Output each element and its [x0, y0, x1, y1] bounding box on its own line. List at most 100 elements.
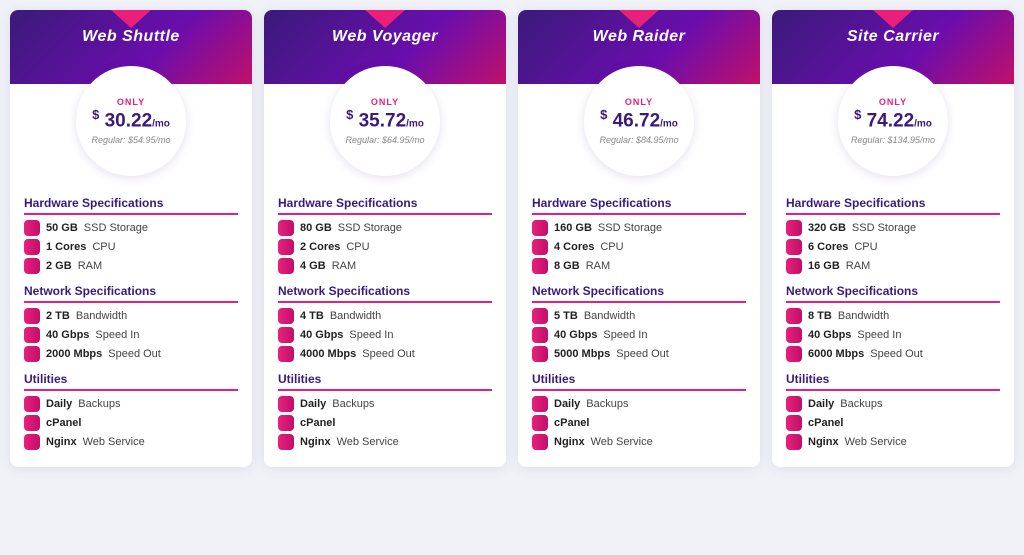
backup-icon: [24, 396, 40, 412]
network-item-site-carrier-2: 6000 Mbps Speed Out: [786, 346, 1000, 362]
utility-item-web-raider-1: cPanel: [532, 415, 746, 431]
spec-bold-web-raider-net-1: 40 Gbps: [554, 329, 597, 341]
speed-in-icon: [532, 327, 548, 343]
utility-item-web-raider-2: Nginx Web Service: [532, 434, 746, 450]
hardware-item-web-voyager-0: 80 GB SSD Storage: [278, 220, 492, 236]
spec-label-web-raider-hw-2: RAM: [586, 260, 610, 272]
network-item-web-shuttle-2: 2000 Mbps Speed Out: [24, 346, 238, 362]
price-regular-site-carrier: Regular: $134.95/mo: [851, 135, 935, 145]
ram-icon: [278, 258, 294, 274]
plan-card-web-voyager[interactable]: Web VoyagerONLY$ 35.72/moRegular: $64.95…: [264, 10, 506, 467]
hardware-item-web-shuttle-2: 2 GB RAM: [24, 258, 238, 274]
bandwidth-icon: [24, 308, 40, 324]
hardware-item-site-carrier-1: 6 Cores CPU: [786, 239, 1000, 255]
price-regular-web-shuttle: Regular: $54.95/mo: [91, 135, 170, 145]
hardware-item-web-raider-2: 8 GB RAM: [532, 258, 746, 274]
spec-label-site-carrier-hw-1: CPU: [854, 241, 877, 253]
storage-icon: [278, 220, 294, 236]
only-label-web-shuttle: ONLY: [117, 97, 145, 107]
speed-in-icon: [24, 327, 40, 343]
utility-item-web-shuttle-2: Nginx Web Service: [24, 434, 238, 450]
hardware-title-site-carrier: Hardware Specifications: [786, 196, 1000, 215]
hardware-item-web-raider-1: 4 Cores CPU: [532, 239, 746, 255]
network-item-web-raider-2: 5000 Mbps Speed Out: [532, 346, 746, 362]
spec-label-web-shuttle-ut-0: Backups: [78, 398, 120, 410]
spec-bold-web-voyager-hw-1: 2 Cores: [300, 241, 340, 253]
spec-label-site-carrier-net-1: Speed In: [857, 329, 901, 341]
plan-card-web-raider[interactable]: Web RaiderONLY$ 46.72/moRegular: $84.95/…: [518, 10, 760, 467]
utility-item-site-carrier-1: cPanel: [786, 415, 1000, 431]
plan-name-web-raider: Web Raider: [528, 28, 750, 46]
spec-label-web-shuttle-net-1: Speed In: [95, 329, 139, 341]
plan-card-web-shuttle[interactable]: Web Shuttle ONLY$ 30.22/moRegular: $54.95…: [10, 10, 252, 467]
hardware-item-web-shuttle-0: 50 GB SSD Storage: [24, 220, 238, 236]
network-item-web-voyager-0: 4 TB Bandwidth: [278, 308, 492, 324]
spec-bold-web-voyager-hw-2: 4 GB: [300, 260, 326, 272]
network-item-web-voyager-2: 4000 Mbps Speed Out: [278, 346, 492, 362]
spec-bold-site-carrier-ut-0: Daily: [808, 398, 834, 410]
network-item-site-carrier-1: 40 Gbps Speed In: [786, 327, 1000, 343]
hardware-item-web-shuttle-1: 1 Cores CPU: [24, 239, 238, 255]
utility-item-web-voyager-1: cPanel: [278, 415, 492, 431]
spec-label-web-shuttle-net-0: Bandwidth: [76, 310, 127, 322]
spec-bold-web-raider-ut-0: Daily: [554, 398, 580, 410]
plan-name-web-shuttle: Web Shuttle: [20, 28, 242, 46]
nginx-icon: [278, 434, 294, 450]
speed-out-icon: [24, 346, 40, 362]
spec-label-web-voyager-net-2: Speed Out: [362, 348, 415, 360]
spec-label-web-shuttle-hw-1: CPU: [92, 241, 115, 253]
plan-body-web-voyager: Hardware Specifications80 GB SSD Storage…: [264, 176, 506, 467]
spec-bold-web-voyager-net-0: 4 TB: [300, 310, 324, 322]
hardware-item-site-carrier-0: 320 GB SSD Storage: [786, 220, 1000, 236]
storage-icon: [786, 220, 802, 236]
spec-bold-web-raider-ut-1: cPanel: [554, 417, 589, 429]
spec-bold-web-voyager-ut-0: Daily: [300, 398, 326, 410]
bandwidth-icon: [532, 308, 548, 324]
nginx-icon: [786, 434, 802, 450]
spec-bold-site-carrier-hw-0: 320 GB: [808, 222, 846, 234]
price-circle-web-shuttle: ONLY$ 30.22/moRegular: $54.95/mo: [76, 66, 186, 176]
price-circle-web-voyager: ONLY$ 35.72/moRegular: $64.95/mo: [330, 66, 440, 176]
price-main-web-raider: $ 46.72/mo: [600, 108, 678, 132]
spec-bold-web-shuttle-net-0: 2 TB: [46, 310, 70, 322]
only-label-site-carrier: ONLY: [879, 97, 907, 107]
spec-bold-web-raider-net-2: 5000 Mbps: [554, 348, 610, 360]
price-main-site-carrier: $ 74.22/mo: [854, 108, 932, 132]
network-item-web-shuttle-0: 2 TB Bandwidth: [24, 308, 238, 324]
utility-item-web-voyager-2: Nginx Web Service: [278, 434, 492, 450]
hardware-title-web-shuttle: Hardware Specifications: [24, 196, 238, 215]
spec-bold-web-shuttle-hw-0: 50 GB: [46, 222, 78, 234]
spec-bold-web-shuttle-ut-2: Nginx: [46, 436, 77, 448]
spec-label-web-raider-ut-0: Backups: [586, 398, 628, 410]
spec-bold-site-carrier-hw-2: 16 GB: [808, 260, 840, 272]
network-item-web-voyager-1: 40 Gbps Speed In: [278, 327, 492, 343]
spec-label-web-raider-hw-1: CPU: [600, 241, 623, 253]
speed-in-icon: [278, 327, 294, 343]
spec-bold-web-shuttle-ut-1: cPanel: [46, 417, 81, 429]
spec-bold-web-voyager-net-1: 40 Gbps: [300, 329, 343, 341]
network-title-web-raider: Network Specifications: [532, 284, 746, 303]
plan-card-site-carrier[interactable]: Site CarrierONLY$ 74.22/moRegular: $134.…: [772, 10, 1014, 467]
spec-bold-web-shuttle-net-2: 2000 Mbps: [46, 348, 102, 360]
plan-body-site-carrier: Hardware Specifications 320 GB SSD Storag…: [772, 176, 1014, 467]
only-label-web-voyager: ONLY: [371, 97, 399, 107]
spec-label-web-raider-net-1: Speed In: [603, 329, 647, 341]
spec-label-site-carrier-ut-2: Web Service: [845, 436, 907, 448]
cpanel-icon: [278, 415, 294, 431]
spec-label-site-carrier-net-2: Speed Out: [870, 348, 923, 360]
utility-item-web-shuttle-0: Daily Backups: [24, 396, 238, 412]
cpanel-icon: [24, 415, 40, 431]
network-title-site-carrier: Network Specifications: [786, 284, 1000, 303]
backup-icon: [786, 396, 802, 412]
backup-icon: [532, 396, 548, 412]
speed-out-icon: [786, 346, 802, 362]
cpu-icon: [24, 239, 40, 255]
storage-icon: [24, 220, 40, 236]
spec-label-site-carrier-hw-2: RAM: [846, 260, 870, 272]
spec-label-site-carrier-hw-0: SSD Storage: [852, 222, 916, 234]
utility-item-site-carrier-0: Daily Backups: [786, 396, 1000, 412]
network-item-web-raider-1: 40 Gbps Speed In: [532, 327, 746, 343]
price-circle-site-carrier: ONLY$ 74.22/mo Regular: $134.95/mo: [838, 66, 948, 176]
spec-label-web-voyager-net-0: Bandwidth: [330, 310, 381, 322]
speed-out-icon: [532, 346, 548, 362]
